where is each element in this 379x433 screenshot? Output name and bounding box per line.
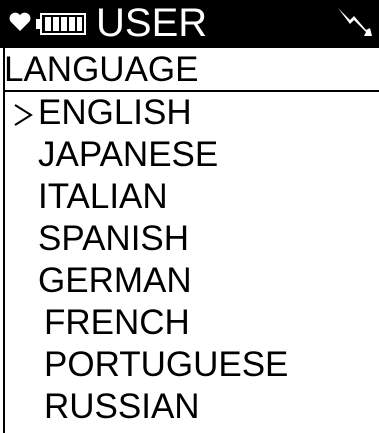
menu-item-spanish[interactable]: SPANISH (0, 218, 379, 260)
header-bar: USER (0, 0, 379, 48)
heart-icon (9, 12, 31, 31)
menu-item-russian[interactable]: RUSSIAN (0, 386, 379, 428)
menu-item-label: RUSSIAN (44, 387, 200, 426)
signal-icon (338, 8, 372, 36)
device-screen: USER LANGUAGE ENGLISH JAPANESE ITALIAN S… (0, 0, 379, 433)
menu-item-english[interactable]: ENGLISH (0, 92, 379, 134)
battery-icon (36, 13, 86, 35)
menu-item-french[interactable]: FRENCH (0, 302, 379, 344)
menu-item-label: FRENCH (44, 303, 190, 342)
menu-item-label: JAPANESE (38, 135, 219, 174)
language-menu: ENGLISH JAPANESE ITALIAN SPANISH GERMAN … (0, 92, 379, 428)
menu-item-label: ENGLISH (38, 93, 192, 132)
menu-item-label: ITALIAN (38, 177, 168, 216)
section-title: LANGUAGE (4, 50, 199, 89)
menu-item-german[interactable]: GERMAN (0, 260, 379, 302)
chevron-right-icon (14, 104, 33, 126)
menu-item-label: PORTUGUESE (44, 345, 289, 384)
menu-item-japanese[interactable]: JAPANESE (0, 134, 379, 176)
menu-item-label: SPANISH (38, 219, 190, 258)
page-title: USER (96, 1, 208, 45)
menu-item-portuguese[interactable]: PORTUGUESE (0, 344, 379, 386)
menu-item-label: GERMAN (38, 261, 192, 300)
menu-item-italian[interactable]: ITALIAN (0, 176, 379, 218)
